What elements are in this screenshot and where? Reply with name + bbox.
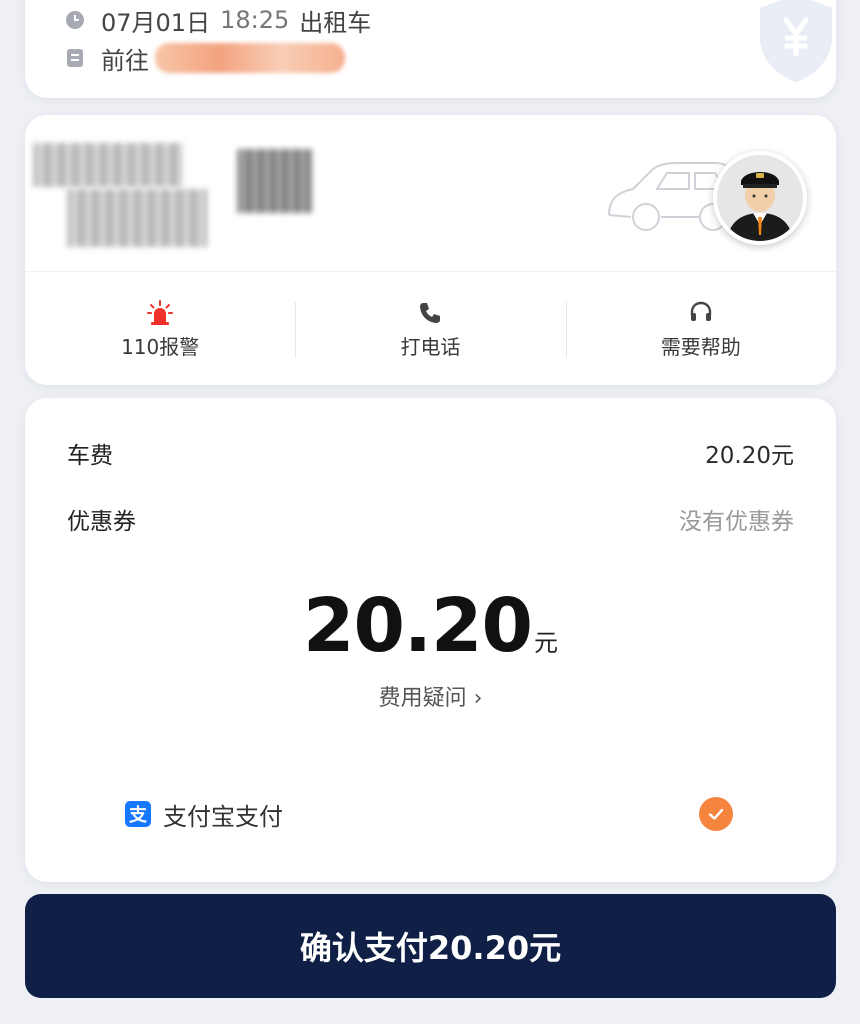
confirm-payment-button[interactable]: 确认支付20.20元 bbox=[25, 894, 836, 998]
call-label: 打电话 bbox=[400, 334, 461, 359]
destination-redacted bbox=[155, 43, 345, 73]
plate-info-redacted bbox=[67, 189, 207, 247]
police-button[interactable]: 110报警 bbox=[25, 272, 295, 385]
total-unit: 元 bbox=[534, 629, 559, 657]
payment-method-label: 支付宝支付 bbox=[163, 802, 283, 831]
headset-icon bbox=[687, 299, 715, 327]
trip-info-card: 07月01日 18:25 出租车 前往 bbox=[25, 0, 836, 98]
help-button[interactable]: 需要帮助 bbox=[565, 272, 836, 385]
total-amount: 20.20 bbox=[302, 583, 533, 669]
total-price: 20.20元 bbox=[25, 583, 836, 669]
alarm-siren-icon bbox=[146, 299, 174, 327]
fee-value: 20.20元 bbox=[705, 443, 794, 469]
help-label: 需要帮助 bbox=[660, 334, 741, 359]
fee-row: 车费 20.20元 bbox=[67, 436, 794, 470]
driver-actions: 110报警 打电话 需要帮助 bbox=[25, 271, 836, 385]
document-icon bbox=[65, 48, 85, 68]
driver-avatar[interactable] bbox=[713, 151, 807, 245]
trip-time: 18:25 bbox=[220, 6, 290, 34]
destination-prefix: 前往 bbox=[101, 46, 149, 75]
fee-question-link[interactable]: 费用疑问 › bbox=[25, 680, 836, 712]
police-label: 110报警 bbox=[121, 334, 200, 359]
fare-card: 车费 20.20元 优惠券 没有优惠券 20.20元 费用疑问 › 支 支付宝支… bbox=[25, 398, 836, 882]
coupon-row[interactable]: 优惠券 没有优惠券 bbox=[67, 502, 794, 536]
alipay-icon: 支 bbox=[125, 801, 151, 827]
driver-avatar-icon bbox=[717, 155, 803, 241]
driver-card: 110报警 打电话 需要帮助 bbox=[25, 115, 836, 385]
phone-icon bbox=[416, 299, 444, 327]
coupon-value: 没有优惠券 bbox=[679, 509, 794, 535]
trip-time-row: 07月01日 18:25 出租车 bbox=[65, 2, 371, 38]
yen-shield-icon bbox=[760, 0, 832, 82]
coupon-label: 优惠券 bbox=[67, 509, 136, 535]
trip-destination-row: 前往 bbox=[65, 40, 345, 76]
driver-info-redacted bbox=[33, 143, 183, 187]
fee-label: 车费 bbox=[67, 443, 113, 469]
clock-icon bbox=[65, 10, 85, 30]
trip-ride-type: 出租车 bbox=[299, 8, 372, 37]
payment-method-alipay[interactable]: 支 支付宝支付 bbox=[125, 794, 283, 834]
trip-date: 07月01日 bbox=[101, 8, 211, 37]
payment-selected-check-icon[interactable] bbox=[699, 797, 733, 831]
call-driver-button[interactable]: 打电话 bbox=[295, 272, 565, 385]
car-info-redacted bbox=[237, 149, 312, 213]
